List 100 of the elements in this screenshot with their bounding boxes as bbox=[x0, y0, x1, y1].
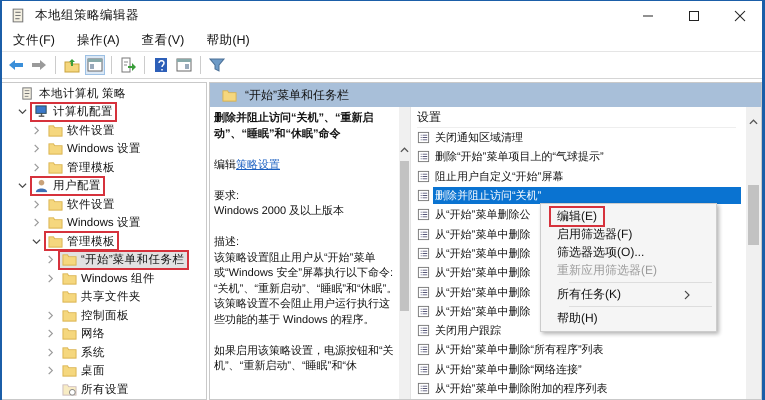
policy-document-icon bbox=[417, 343, 430, 356]
folder-icon bbox=[62, 344, 77, 360]
computer-icon bbox=[34, 104, 49, 120]
requirements-label: 要求: bbox=[214, 188, 240, 204]
policy-document-icon bbox=[417, 208, 430, 222]
description-text: 该策略设置阻止用户从“开始”菜单或“Windows 安全”屏幕执行以下命令: “关机”、“重新启动”、“睡眠”和“休眠”。该策略设置不会阻止用户运行执行这些功能的基于 Windows 的程序。 bbox=[214, 250, 398, 328]
setting-row[interactable]: 从“开始”菜单中删除 bbox=[433, 264, 532, 282]
pane-title: “开始”菜单和任务栏 bbox=[245, 86, 349, 104]
user-icon bbox=[34, 178, 49, 194]
scrollbar[interactable] bbox=[399, 107, 410, 399]
tree-item[interactable]: Windows 设置 bbox=[46, 214, 143, 231]
scrollbar-thumb[interactable] bbox=[748, 185, 759, 245]
description-label: 描述: bbox=[214, 235, 240, 250]
tree-item[interactable]: Windows 设置 bbox=[46, 140, 143, 157]
folder-icon bbox=[62, 326, 77, 342]
folder-icon bbox=[48, 122, 63, 138]
policy-document-icon bbox=[417, 324, 430, 338]
setting-row[interactable]: 从“开始”菜单删除公 bbox=[433, 206, 532, 224]
tree-pane-icon[interactable] bbox=[85, 55, 105, 75]
chevron-right-icon[interactable] bbox=[46, 348, 55, 357]
tree-item[interactable]: 管理模板 bbox=[46, 159, 117, 176]
chevron-right-icon[interactable] bbox=[46, 329, 55, 338]
setting-row[interactable]: 从“开始”菜单中删除 bbox=[433, 226, 532, 243]
tree-item[interactable]: 计算机配置 bbox=[32, 104, 115, 120]
setting-row[interactable]: 阻止用户自定义“开始”屏幕 bbox=[433, 168, 566, 185]
policy-document-icon bbox=[417, 382, 430, 395]
policy-document-icon bbox=[417, 246, 430, 260]
chevron-right-icon[interactable] bbox=[46, 274, 55, 283]
tree-item[interactable]: 管理模板 bbox=[46, 233, 117, 250]
menu-item[interactable]: 操作(A) bbox=[76, 32, 120, 49]
chevron-right-icon[interactable] bbox=[46, 366, 55, 376]
tree-item[interactable]: 软件设置 bbox=[46, 122, 117, 138]
window-title: 本地组策略编辑器 bbox=[35, 7, 139, 24]
setting-row[interactable]: 从“开始”菜单中删除附加的程序列表 bbox=[433, 380, 610, 397]
menu-item[interactable]: 筛选器选项(O)... bbox=[551, 244, 696, 261]
folder-icon bbox=[48, 141, 63, 156]
tree-item[interactable]: 控制面板 bbox=[60, 307, 131, 324]
scroll-up-icon[interactable] bbox=[400, 147, 409, 153]
chevron-down-icon[interactable] bbox=[18, 107, 27, 116]
scrollbar-thumb[interactable] bbox=[400, 161, 409, 311]
policy-document-icon bbox=[417, 286, 430, 299]
chevron-right-icon[interactable] bbox=[46, 310, 55, 320]
menu-item[interactable]: 所有任务(K) bbox=[551, 286, 696, 303]
tree-item[interactable]: 网络 bbox=[60, 326, 107, 342]
setting-row[interactable]: 从“开始”菜单中删除 bbox=[433, 244, 532, 262]
tree-item[interactable]: 用户配置 bbox=[32, 178, 103, 194]
policy-document-icon bbox=[417, 189, 430, 202]
policy-document-icon bbox=[417, 131, 430, 144]
policy-settings-link[interactable]: 策略设置 bbox=[236, 158, 280, 170]
chevron-right-icon[interactable] bbox=[32, 126, 41, 135]
maximize-icon[interactable] bbox=[688, 10, 700, 22]
setting-row[interactable]: 从“开始”菜单中删除“所有程序”列表 bbox=[433, 341, 606, 358]
setting-row[interactable]: 关闭通知区域清理 bbox=[433, 129, 525, 146]
folder-icon bbox=[62, 363, 77, 378]
menu-item[interactable]: 启用筛选器(F) bbox=[551, 226, 696, 243]
policy-document-icon bbox=[417, 266, 430, 280]
setting-row[interactable]: 关闭用户跟踪 bbox=[433, 322, 503, 340]
folder-icon bbox=[62, 289, 77, 304]
policy-document-icon bbox=[417, 170, 430, 183]
folder-icon bbox=[48, 215, 63, 230]
folder-icon bbox=[48, 160, 63, 175]
setting-row[interactable]: 从“开始”菜单中删除 bbox=[433, 302, 532, 320]
chevron-right-icon[interactable] bbox=[32, 200, 41, 209]
chevron-down-icon[interactable] bbox=[18, 181, 27, 190]
setting-row[interactable]: 删除并阻止访问“关机” bbox=[433, 187, 742, 204]
menu-item[interactable]: 文件(F) bbox=[13, 32, 55, 49]
folder-icon bbox=[62, 308, 77, 323]
chevron-right-icon[interactable] bbox=[32, 162, 41, 172]
policy-document-icon bbox=[417, 228, 430, 241]
policy-document-icon bbox=[417, 362, 430, 376]
settings-folder-icon bbox=[62, 382, 77, 397]
setting-row[interactable]: 从“开始”菜单中删除 bbox=[433, 284, 532, 301]
scroll-up-icon[interactable] bbox=[749, 119, 758, 125]
tree-item[interactable]: 软件设置 bbox=[46, 196, 117, 212]
folder-icon bbox=[48, 196, 63, 212]
chevron-right-icon[interactable] bbox=[46, 255, 55, 264]
close-icon[interactable] bbox=[734, 10, 746, 22]
scrollbar[interactable] bbox=[746, 107, 761, 399]
folder-icon bbox=[222, 88, 237, 102]
policy-heading: 删除并阻止访问“关机”、“重新启动”、“睡眠”和“休眠”命令 bbox=[214, 111, 374, 142]
chevron-right-icon[interactable] bbox=[32, 144, 41, 154]
description-text: 如果启用该策略设置，电源按钮和“关机”、“重新启动”、“睡眠”和“休 bbox=[214, 344, 395, 374]
tree-item[interactable]: “开始”菜单和任务栏 bbox=[60, 252, 187, 268]
menu-item[interactable]: 查看(V) bbox=[142, 32, 184, 49]
policy-document-icon bbox=[417, 150, 430, 164]
tree-item[interactable]: 所有设置 bbox=[60, 381, 131, 398]
menu-item[interactable]: 帮助(H) bbox=[551, 310, 696, 327]
tree-item[interactable]: 系统 bbox=[60, 344, 107, 360]
chevron-right-icon bbox=[684, 290, 690, 300]
chevron-down-icon[interactable] bbox=[32, 236, 41, 246]
menu-item[interactable]: 帮助(H) bbox=[206, 32, 250, 49]
tree-item[interactable]: 桌面 bbox=[60, 362, 107, 379]
tree-item[interactable]: 本地计算机 策略 bbox=[18, 85, 128, 102]
column-header[interactable]: 设置 bbox=[417, 108, 736, 128]
setting-row[interactable]: 从“开始”菜单中删除“网络连接” bbox=[433, 360, 584, 378]
tree-item[interactable]: Windows 组件 bbox=[60, 270, 157, 286]
setting-row[interactable]: 删除“开始”菜单项目上的“气球提示” bbox=[433, 148, 606, 166]
chevron-right-icon[interactable] bbox=[32, 218, 41, 228]
menu-item[interactable]: 编辑(E) bbox=[551, 208, 603, 225]
tree-item[interactable]: 共享文件夹 bbox=[60, 288, 143, 305]
